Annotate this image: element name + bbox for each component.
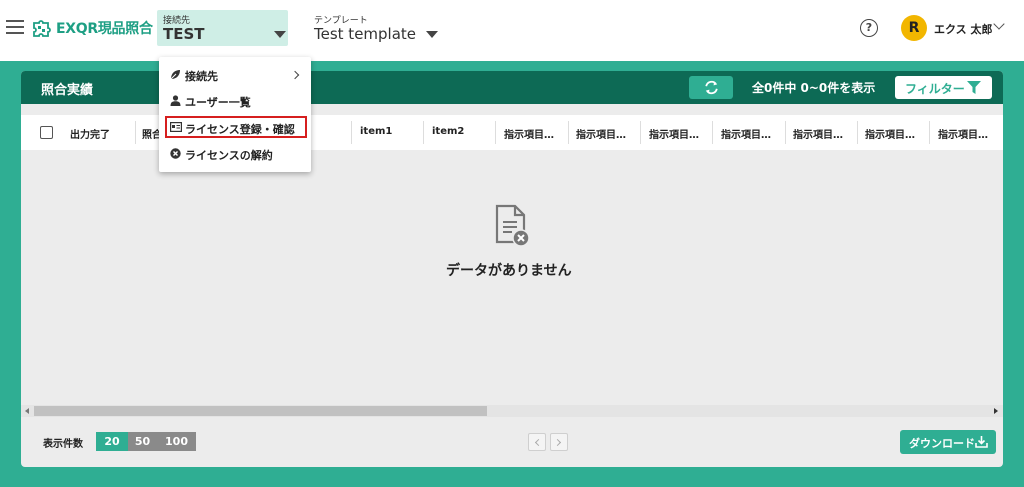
- download-button-label: ダウンロード: [909, 437, 975, 450]
- no-data-document-icon: [495, 204, 530, 247]
- refresh-button[interactable]: [689, 76, 733, 99]
- user-icon: [170, 95, 181, 106]
- connection-dropdown-menu: 接続先 ユーザー一覧 ライセンス登録・確認 ライセンスの解約: [159, 57, 311, 172]
- download-button[interactable]: ダウンロード: [900, 430, 996, 454]
- prev-page-button[interactable]: [528, 433, 546, 451]
- menu-item-label: ライセンスの解約: [185, 149, 273, 162]
- column-header[interactable]: item2: [432, 126, 464, 137]
- panel-title: 照合実績: [41, 83, 94, 98]
- filter-button-label: フィルター: [905, 82, 965, 96]
- select-all-checkbox[interactable]: [40, 126, 53, 139]
- filter-button[interactable]: フィルター: [895, 76, 992, 99]
- chevron-left-icon: [534, 438, 543, 447]
- scroll-left-arrow-icon[interactable]: [25, 408, 29, 414]
- download-icon: [975, 436, 988, 448]
- chevron-right-icon: [553, 438, 562, 447]
- template-selector[interactable]: Test template: [314, 25, 416, 43]
- next-page-button[interactable]: [550, 433, 568, 451]
- column-divider: [929, 121, 930, 144]
- column-header[interactable]: item1: [360, 126, 392, 137]
- avatar[interactable]: R: [901, 15, 927, 41]
- horizontal-scrollbar[interactable]: [21, 405, 1003, 417]
- per-page-selector: 20 50 100: [96, 432, 196, 451]
- result-count: 全0件中 0~0件を表示: [752, 81, 876, 95]
- column-header[interactable]: 指示項目…: [576, 126, 626, 141]
- per-page-option-100[interactable]: 100: [157, 432, 196, 451]
- app-logo[interactable]: EXQR現品照合: [31, 17, 153, 39]
- column-header[interactable]: 指示項目…: [793, 126, 843, 141]
- per-page-option-20[interactable]: 20: [96, 432, 128, 451]
- menu-item-connection[interactable]: 接続先: [159, 63, 311, 87]
- column-divider: [495, 121, 496, 144]
- app-logo-text: EXQR現品照合: [56, 21, 153, 37]
- column-header[interactable]: 指示項目…: [504, 126, 554, 141]
- connection-selector[interactable]: 接続先 TEST: [157, 10, 288, 46]
- column-header[interactable]: 指示項目…: [649, 126, 699, 141]
- column-divider: [568, 121, 569, 144]
- leaf-icon: [170, 70, 180, 80]
- connection-value: TEST: [163, 25, 205, 43]
- menu-item-label: 接続先: [185, 70, 218, 83]
- per-page-label: 表示件数: [43, 439, 83, 450]
- column-header[interactable]: 指示項目…: [721, 126, 771, 141]
- column-divider: [135, 121, 136, 144]
- chevron-down-icon[interactable]: [993, 18, 1005, 30]
- top-bar: EXQR現品照合 接続先 TEST テンプレート Test template ?…: [0, 0, 1024, 61]
- menu-item-label: ユーザー一覧: [185, 96, 251, 109]
- hamburger-menu-icon[interactable]: [6, 20, 24, 34]
- help-icon[interactable]: ?: [860, 19, 878, 37]
- column-header[interactable]: 出力完了: [70, 126, 110, 141]
- scrollbar-thumb[interactable]: [34, 406, 487, 416]
- per-page-option-50[interactable]: 50: [128, 432, 157, 451]
- funnel-icon: [967, 81, 981, 94]
- menu-item-license-register[interactable]: ライセンス登録・確認: [159, 116, 311, 140]
- scroll-right-arrow-icon[interactable]: [994, 408, 998, 414]
- menu-item-user-list[interactable]: ユーザー一覧: [159, 89, 311, 113]
- user-name[interactable]: エクス 太郎: [934, 21, 993, 37]
- column-header[interactable]: 指示項目…: [938, 126, 988, 141]
- puzzle-logo-icon: [33, 20, 51, 37]
- menu-item-license-cancel[interactable]: ライセンスの解約: [159, 142, 311, 166]
- refresh-icon: [705, 80, 718, 95]
- caret-down-icon: [274, 31, 286, 38]
- menu-item-label: ライセンス登録・確認: [185, 123, 295, 136]
- column-divider: [423, 121, 424, 144]
- column-divider: [785, 121, 786, 144]
- column-header[interactable]: 指示項目…: [865, 126, 915, 141]
- column-divider: [640, 121, 641, 144]
- caret-down-icon[interactable]: [426, 31, 438, 38]
- column-divider: [351, 121, 352, 144]
- chevron-right-icon: [290, 70, 300, 80]
- id-card-icon: [170, 122, 182, 132]
- empty-message: データがありません: [446, 263, 572, 279]
- column-divider: [712, 121, 713, 144]
- column-divider: [857, 121, 858, 144]
- cancel-circle-icon: [170, 148, 181, 159]
